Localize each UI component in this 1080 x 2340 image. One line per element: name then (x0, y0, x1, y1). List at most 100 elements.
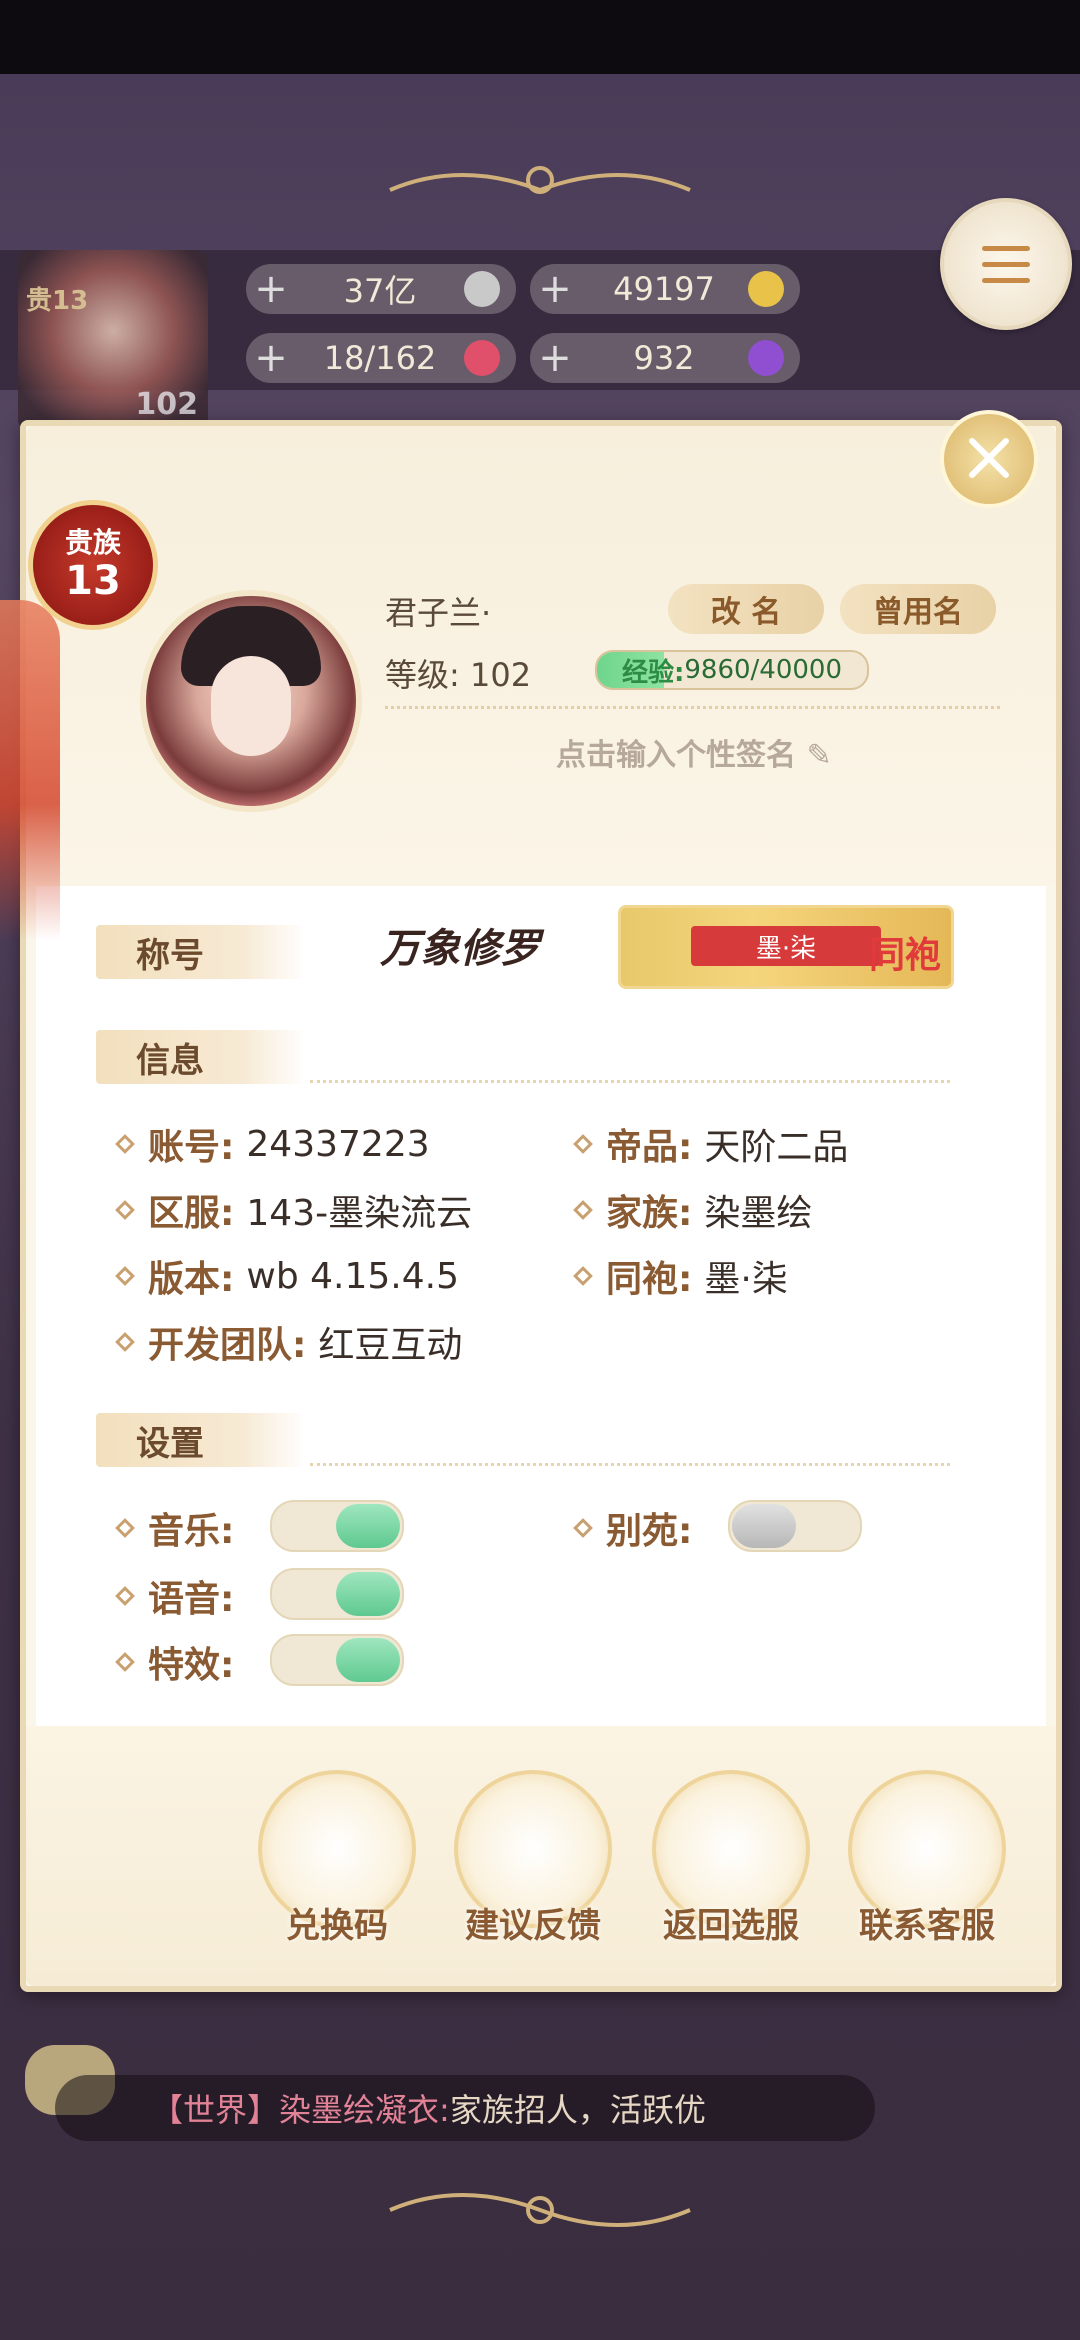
music-setting: 音乐: (115, 1502, 246, 1554)
info-key: 同袍: (606, 1259, 693, 1300)
diamond-bullet-icon (115, 1266, 135, 1286)
level-label: 等级: (385, 656, 460, 694)
profile-avatar[interactable] (140, 590, 362, 812)
level-line: 等级: 102 (385, 650, 531, 696)
redeem-code-label: 兑换码 (286, 1906, 388, 1946)
title-2-text: 墨·柒 (691, 926, 881, 966)
info-server: 区服: 143-墨染流云 (115, 1184, 472, 1236)
info-key: 区服: (148, 1193, 235, 1234)
customer-service-button[interactable]: 联系客服 (842, 1770, 1012, 1960)
gold-resource[interactable]: + 49197 (530, 264, 800, 314)
info-companion: 同袍: 墨·柒 (573, 1250, 788, 1302)
add-silver-button[interactable]: + (246, 266, 296, 312)
rename-label: 改 名 (710, 595, 782, 630)
settings-divider (310, 1463, 950, 1466)
effects-label: 特效: (148, 1645, 235, 1686)
hamburger-icon (982, 246, 1030, 251)
info-version: 版本: wb 4.15.4.5 (115, 1250, 459, 1302)
hamburger-icon-line (982, 262, 1030, 267)
garden-toggle[interactable] (728, 1500, 862, 1552)
chat-message: 家族招人，活跃优 (449, 2091, 706, 2129)
diamond-bullet-icon (573, 1134, 593, 1154)
garden-label: 别苑: (606, 1511, 693, 1552)
diamond-bullet-icon (115, 1586, 135, 1606)
title-badge-1[interactable]: 万象修罗 (360, 905, 560, 985)
effects-toggle[interactable] (270, 1634, 404, 1686)
titles-section-header: 称号 (96, 925, 306, 979)
stamina-resource[interactable]: + 18/162 (246, 333, 516, 383)
chat-channel: 【世界】 (151, 2091, 280, 2129)
feedback-button[interactable]: 建议反馈 (448, 1770, 618, 1960)
gem-resource[interactable]: + 932 (530, 333, 800, 383)
return-server-button[interactable]: 返回选服 (646, 1770, 816, 1960)
old-names-label: 曾用名 (873, 595, 963, 630)
profile-divider (385, 706, 1000, 709)
info-key: 账号: (148, 1127, 235, 1168)
return-server-label: 返回选服 (663, 1906, 799, 1946)
voice-label: 语音: (148, 1579, 235, 1620)
toggle-knob (336, 1572, 400, 1616)
hud-avatar[interactable]: 贵13 102 (18, 250, 208, 430)
info-value: 染墨绘 (704, 1193, 813, 1234)
info-value: 墨·柒 (704, 1259, 788, 1300)
voice-toggle[interactable] (270, 1568, 404, 1620)
toggle-knob (336, 1638, 400, 1682)
stamina-value: 18/162 (323, 339, 437, 377)
exp-value: 9860/40000 (684, 655, 843, 685)
gold-ingot-icon (748, 271, 784, 307)
signature-input[interactable]: 点击输入个性签名 ✎ (556, 730, 832, 774)
info-rank: 帝品: 天阶二品 (573, 1118, 849, 1170)
title-2-tag: 同袍 (868, 935, 941, 976)
exp-bar: 经验: 9860/40000 (595, 650, 869, 690)
silver-value: 37亿 (343, 272, 417, 310)
diamond-bullet-icon (115, 1518, 135, 1538)
diamond-bullet-icon (573, 1200, 593, 1220)
add-stamina-button[interactable]: + (246, 335, 296, 381)
add-gem-button[interactable]: + (530, 335, 580, 381)
silver-resource[interactable]: + 37亿 (246, 264, 516, 314)
silver-coin-icon (464, 271, 500, 307)
music-toggle[interactable] (270, 1500, 404, 1552)
gem-value: 932 (633, 339, 695, 377)
exp-label: 经验: (621, 657, 685, 688)
info-key: 家族: (606, 1193, 693, 1234)
chat-speaker: 染墨绘凝衣: (279, 2091, 450, 2129)
info-divider (310, 1080, 950, 1083)
close-button[interactable] (940, 410, 1038, 508)
settings-header-label: 设置 (136, 1423, 204, 1464)
menu-button[interactable] (940, 198, 1072, 330)
info-value: wb 4.15.4.5 (246, 1255, 459, 1297)
title-1-text: 万象修罗 (380, 926, 540, 972)
info-value: 天阶二品 (704, 1127, 849, 1168)
title-badge-2[interactable]: 墨·柒 同袍 (618, 905, 954, 989)
info-value: 24337223 (246, 1123, 430, 1165)
old-names-button[interactable]: 曾用名 (840, 584, 996, 634)
world-chat-bar[interactable]: 【世界】 染墨绘凝衣: 家族招人，活跃优 (55, 2075, 875, 2141)
signature-placeholder: 点击输入个性签名 (556, 738, 796, 773)
diamond-bullet-icon (115, 1332, 135, 1352)
level-value: 102 (469, 656, 532, 694)
top-ornament (389, 166, 691, 194)
info-key: 开发团队: (148, 1325, 307, 1366)
diamond-bullet-icon (573, 1518, 593, 1538)
info-value: 红豆互动 (318, 1325, 463, 1366)
vip-label: 贵13 (26, 286, 89, 316)
noble-badge[interactable]: 贵族 13 (28, 500, 158, 630)
add-gold-button[interactable]: + (530, 266, 580, 312)
hud-level: 102 (135, 387, 198, 422)
status-bar (0, 0, 1080, 74)
toggle-knob (732, 1504, 796, 1548)
info-key: 版本: (148, 1259, 235, 1300)
decorative-ribbon (0, 600, 60, 940)
garden-setting: 别苑: (573, 1502, 704, 1554)
rename-button[interactable]: 改 名 (668, 584, 824, 634)
redeem-code-button[interactable]: 兑换码 (252, 1770, 422, 1960)
diamond-bullet-icon (115, 1134, 135, 1154)
player-name: 君子兰· (385, 594, 492, 632)
info-section-header: 信息 (96, 1030, 306, 1084)
noble-title: 贵族 (64, 526, 121, 559)
info-account: 账号: 24337223 (115, 1118, 430, 1170)
info-key: 帝品: (606, 1127, 693, 1168)
settings-section-header: 设置 (96, 1413, 306, 1467)
gold-value: 49197 (613, 270, 715, 308)
